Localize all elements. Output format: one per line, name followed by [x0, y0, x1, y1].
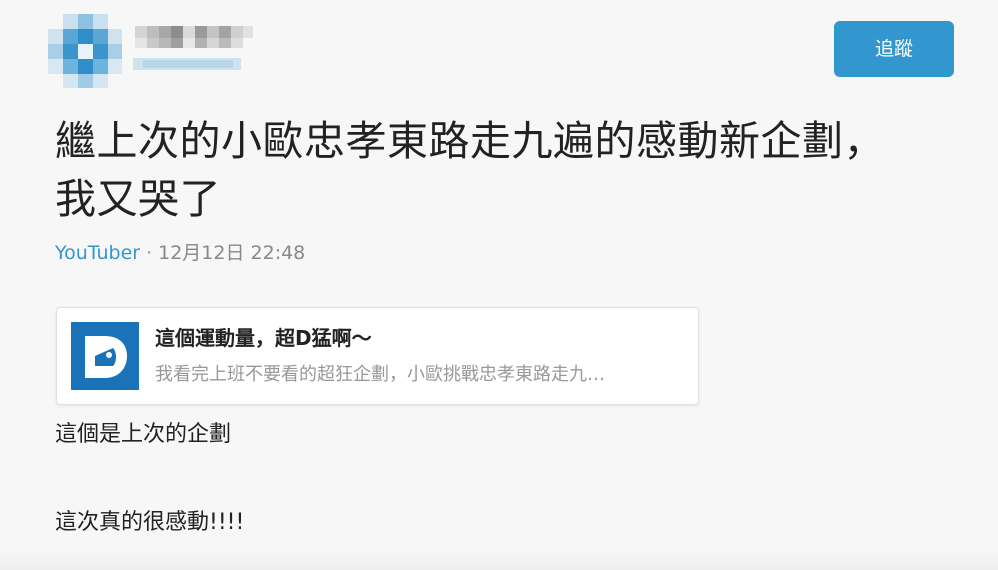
dcard-logo-icon: [71, 322, 139, 390]
post-body-line-2: 這次真的很感動!!!!: [55, 510, 245, 535]
bottom-fade: [0, 548, 998, 570]
pixelated-avatar-icon[interactable]: [48, 14, 122, 88]
post-title: 繼上次的小歐忠孝東路走九遍的感動新企劃， 我又哭了: [55, 112, 955, 228]
post-body-line-1: 這個是上次的企劃: [55, 422, 232, 447]
post-meta: YouTuber · 12月12日 22:48: [55, 240, 305, 266]
avatar-graphic: [48, 14, 122, 88]
blurred-name-graphic: [133, 26, 253, 70]
dcard-logo-graphic: [71, 322, 139, 390]
board-link[interactable]: YouTuber: [55, 242, 140, 264]
post-title-line-1: 繼上次的小歐忠孝東路走九遍的感動新企劃，: [55, 117, 885, 165]
post-timestamp: 12月12日 22:48: [158, 242, 306, 264]
follow-button[interactable]: 追蹤: [834, 21, 954, 77]
link-preview-card[interactable]: 這個運動量，超D猛啊～ 我看完上班不要看的超狂企劃，小歐挑戰忠孝東路走九…: [56, 307, 699, 405]
meta-separator: ·: [146, 242, 153, 264]
blurred-name-icon[interactable]: [133, 24, 255, 74]
post-title-line-2: 我又哭了: [55, 175, 221, 223]
link-card-description: 我看完上班不要看的超狂企劃，小歐挑戰忠孝東路走九…: [155, 364, 605, 385]
link-card-title: 這個運動量，超D猛啊～: [155, 326, 372, 350]
post-page: 追蹤 繼上次的小歐忠孝東路走九遍的感動新企劃， 我又哭了 YouTuber · 12…: [0, 0, 998, 570]
